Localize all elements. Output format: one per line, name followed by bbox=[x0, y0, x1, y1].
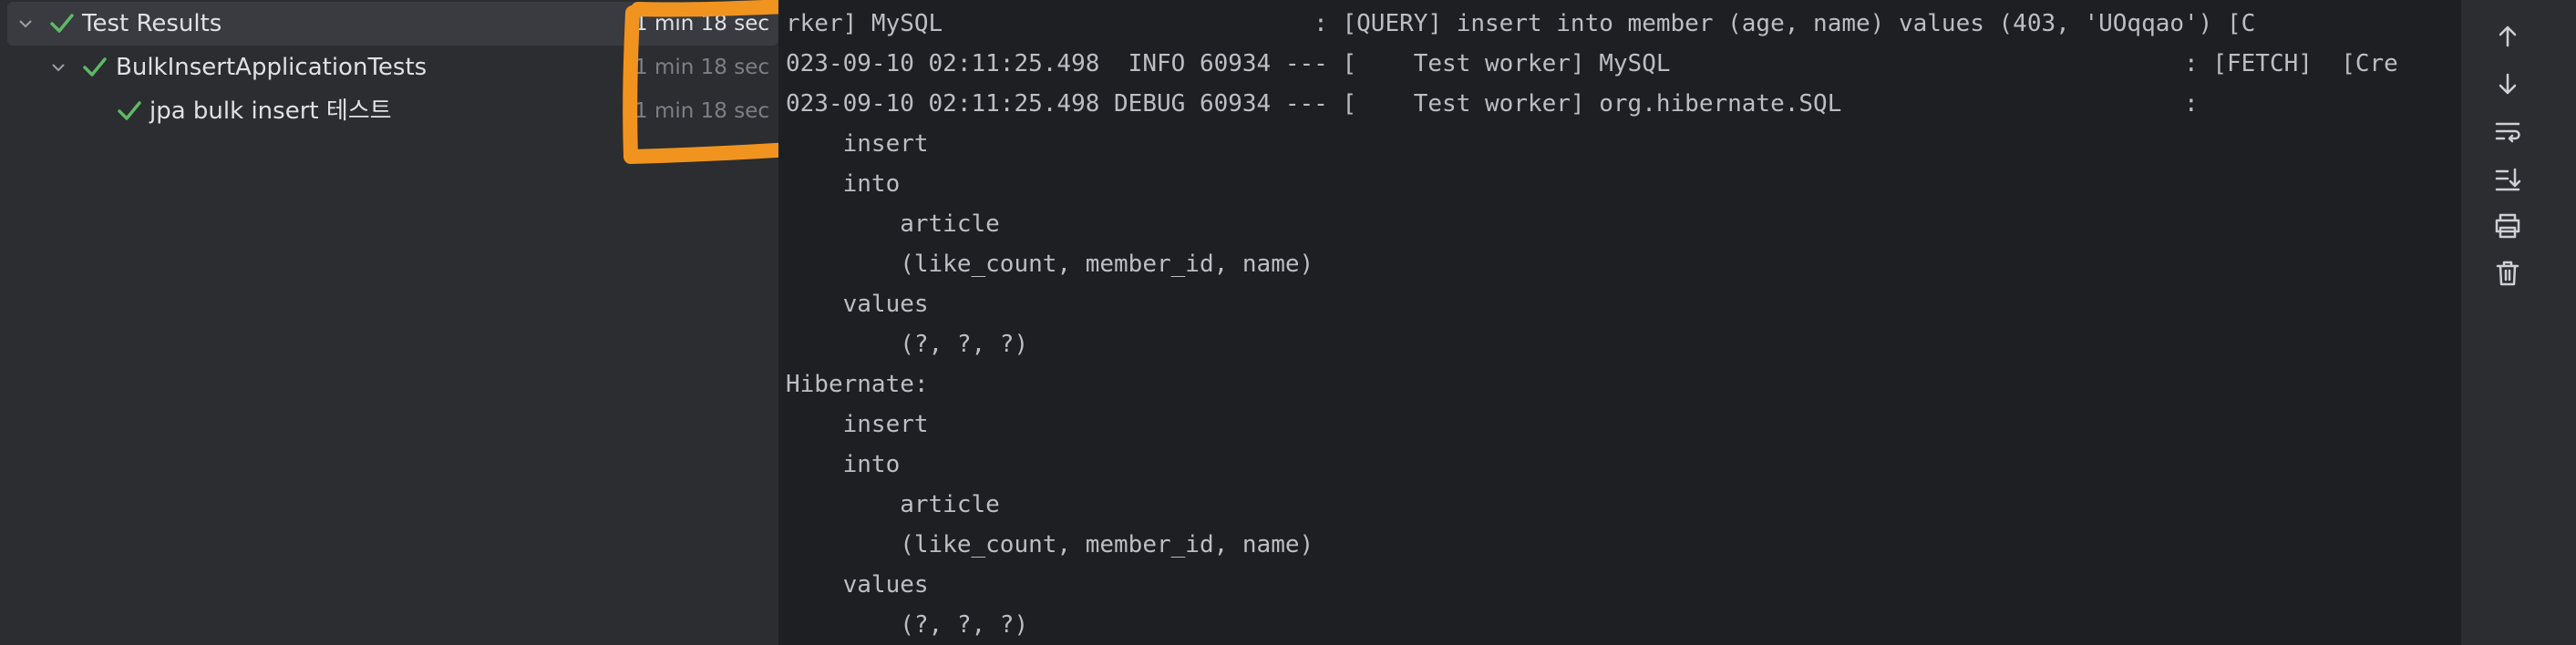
trash-icon[interactable] bbox=[2489, 255, 2526, 292]
console-line: insert bbox=[786, 130, 929, 158]
console-line: into bbox=[786, 451, 901, 478]
console-line: 023-09-10 02:11:25.498 DEBUG 60934 --- [… bbox=[786, 90, 2199, 118]
console-line: insert bbox=[786, 411, 929, 438]
print-icon[interactable] bbox=[2489, 208, 2526, 244]
console-line: article bbox=[786, 210, 1000, 238]
check-icon bbox=[118, 101, 141, 120]
scroll-to-end-icon[interactable] bbox=[2489, 160, 2526, 197]
console-line: (like_count, member_id, name) bbox=[786, 251, 1314, 278]
console-line: values bbox=[786, 291, 929, 318]
tree-label: Test Results bbox=[82, 10, 222, 37]
console-line: (?, ?, ?) bbox=[786, 611, 1029, 639]
tree-label: jpa bulk insert 테스트 bbox=[149, 97, 392, 125]
tree-row-test[interactable]: jpa bulk insert 테스트 1 min 18 sec bbox=[0, 89, 778, 133]
console-output[interactable]: rker] MySQL : [QUERY] insert into member… bbox=[778, 0, 2461, 645]
check-icon bbox=[83, 57, 107, 77]
arrow-down-icon[interactable] bbox=[2489, 66, 2526, 102]
duration-label: 1 min 18 sec bbox=[634, 56, 769, 79]
arrow-up-icon[interactable] bbox=[2489, 18, 2526, 55]
duration-label: 1 min 18 sec bbox=[634, 12, 769, 36]
console-line: 023-09-10 02:11:25.498 INFO 60934 --- [ … bbox=[786, 50, 2398, 77]
console-toolbar bbox=[2461, 0, 2576, 645]
console-line: values bbox=[786, 571, 929, 599]
tree-label: BulkInsertApplicationTests bbox=[116, 54, 428, 81]
test-results-tree: Test Results 1 min 18 sec BulkInsertAppl… bbox=[0, 0, 778, 645]
console-line: (?, ?, ?) bbox=[786, 331, 1029, 358]
soft-wrap-icon[interactable] bbox=[2489, 113, 2526, 149]
console-line: rker] MySQL : [QUERY] insert into member… bbox=[786, 10, 2256, 37]
chevron-down-icon[interactable] bbox=[47, 56, 69, 78]
chevron-down-icon[interactable] bbox=[15, 13, 36, 35]
tree-row-suite[interactable]: BulkInsertApplicationTests 1 min 18 sec bbox=[0, 46, 778, 89]
console-line: into bbox=[786, 170, 901, 198]
console-line: (like_count, member_id, name) bbox=[786, 531, 1314, 558]
duration-label: 1 min 18 sec bbox=[634, 99, 769, 123]
console-line: article bbox=[786, 491, 1000, 518]
check-icon bbox=[50, 14, 74, 33]
console-line: Hibernate: bbox=[786, 371, 929, 398]
tree-row-test-results[interactable]: Test Results 1 min 18 sec bbox=[7, 2, 778, 46]
